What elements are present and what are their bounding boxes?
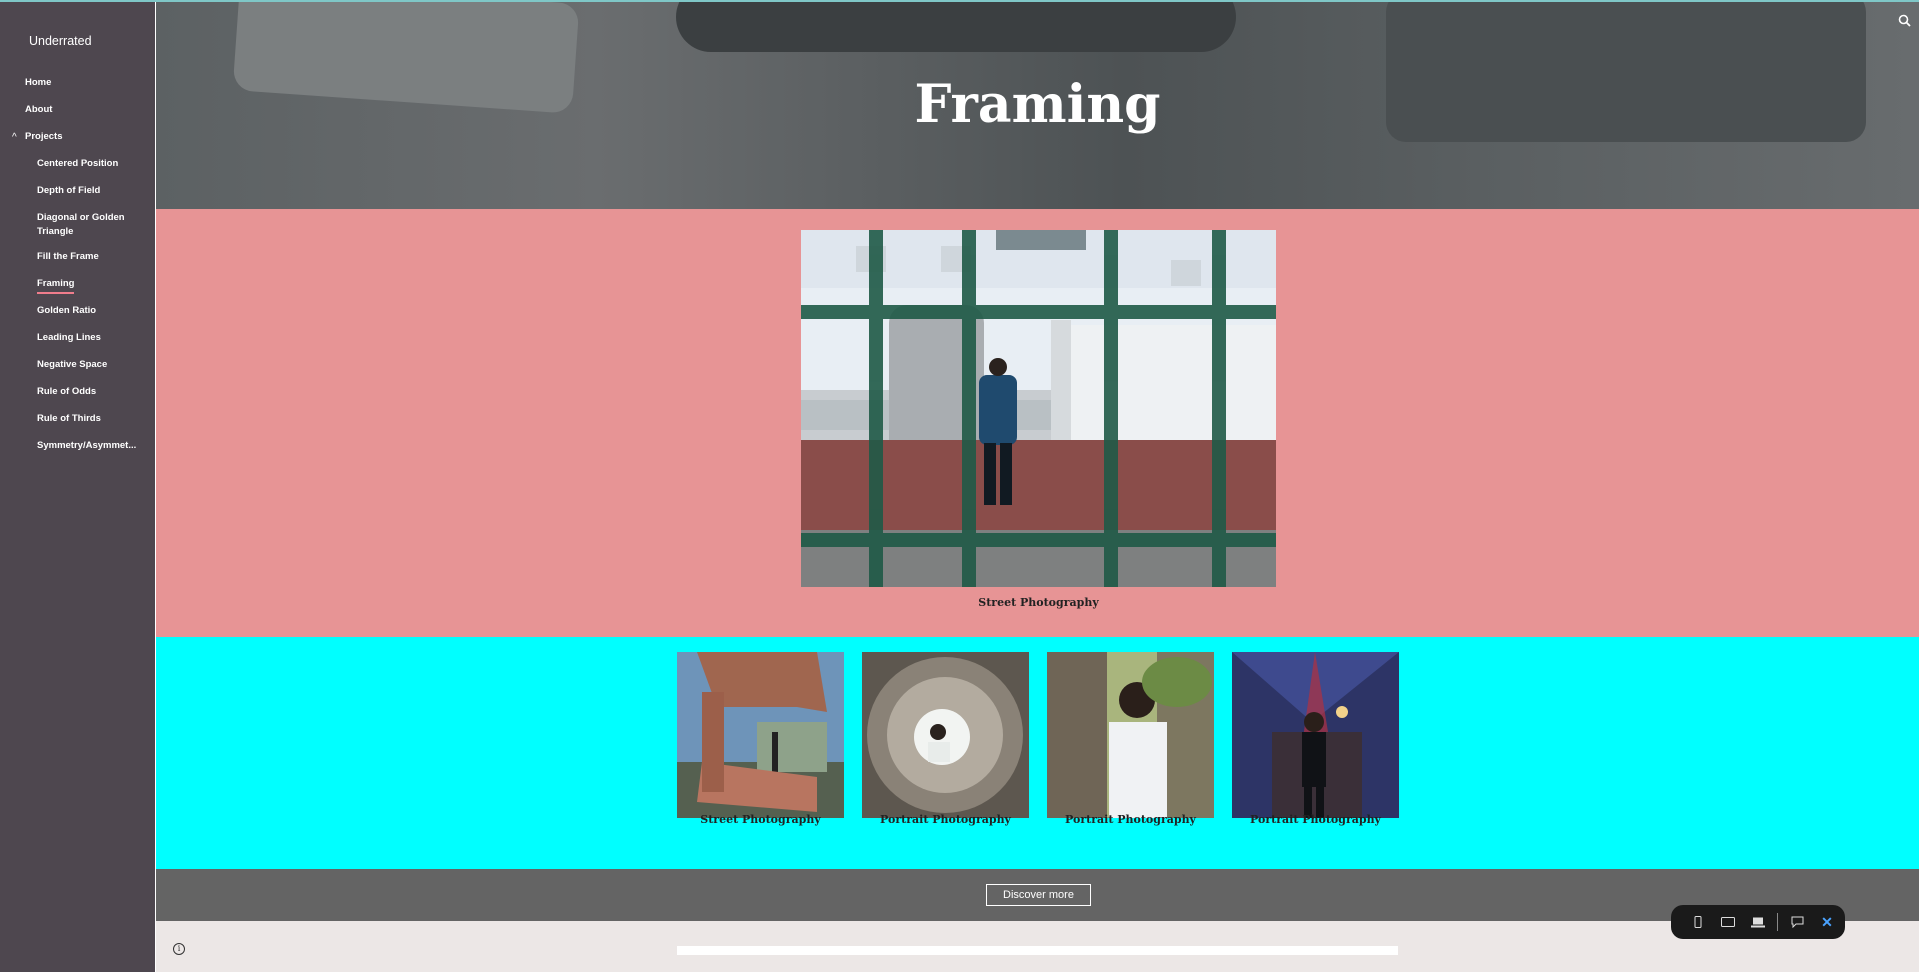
discover-more-button[interactable]: Discover more (986, 884, 1091, 906)
nav-item-label: Negative Space (37, 359, 108, 370)
search-icon[interactable] (1898, 14, 1911, 30)
nav-about[interactable]: About (0, 103, 155, 130)
hero-background-shape (676, 2, 1236, 52)
main-content: Framing Street Photography Street Photog… (156, 0, 1919, 972)
nav-item-framing[interactable]: Framing (0, 277, 155, 304)
nav-item-depth-of-field[interactable]: Depth of Field (0, 184, 155, 211)
top-accent-line (0, 0, 1919, 2)
nav-item-leading-lines[interactable]: Leading Lines (0, 331, 155, 358)
nav-item-negative-space[interactable]: Negative Space (0, 358, 155, 385)
nav-item-label: Symmetry/Asymmet... (37, 440, 137, 451)
gallery-photo[interactable] (1232, 652, 1399, 818)
nav-item-label: Fill the Frame (37, 251, 99, 262)
gallery-caption: Portrait Photography (1250, 813, 1381, 826)
toolbar-divider (1777, 913, 1778, 931)
gallery-caption: Portrait Photography (880, 813, 1011, 826)
nav-item-rule-of-odds[interactable]: Rule of Odds (0, 385, 155, 412)
gallery-caption: Portrait Photography (1065, 813, 1196, 826)
nav-item-label: Leading Lines (37, 332, 101, 343)
gallery-photo[interactable] (1047, 652, 1214, 818)
nav-item-fill-the-frame[interactable]: Fill the Frame (0, 250, 155, 277)
nav-projects[interactable]: ^ Projects (0, 130, 155, 157)
featured-section: Street Photography (156, 209, 1919, 637)
chevron-up-icon[interactable]: ^ (12, 131, 17, 145)
nav-home[interactable]: Home (0, 76, 155, 103)
site-title[interactable]: Underrated (0, 34, 155, 48)
gallery-caption: Street Photography (700, 813, 821, 826)
nav-item-label: Rule of Thirds (37, 413, 101, 424)
nav-about-label: About (25, 104, 53, 115)
gallery-section: Street Photography Portrait Photography (156, 637, 1919, 869)
laptop-view-icon[interactable] (1743, 905, 1773, 939)
gallery-photo[interactable] (677, 652, 844, 818)
feedback-icon[interactable] (1782, 905, 1812, 939)
nav-item-label: Golden Ratio (37, 305, 97, 316)
footer-bar (677, 946, 1398, 955)
nav-item-centered-position[interactable]: Centered Position (0, 157, 155, 184)
nav-item-symmetry[interactable]: Symmetry/Asymmet... (0, 439, 155, 466)
nav-item-label: Centered Position (37, 158, 119, 169)
hero-banner: Framing (156, 2, 1919, 209)
gallery-photo[interactable] (862, 652, 1029, 818)
nav-item-diagonal-golden-triangle[interactable]: Diagonal or Golden Triangle (0, 211, 155, 250)
info-icon[interactable]: i (173, 943, 185, 955)
footer: i (156, 921, 1919, 972)
nav-projects-label: Projects (25, 131, 63, 142)
nav-item-label: Depth of Field (37, 185, 101, 196)
featured-photo[interactable] (801, 230, 1276, 587)
tablet-view-icon[interactable] (1713, 905, 1743, 939)
sidebar: Underrated Home About ^ Projects Centere… (0, 0, 155, 972)
close-icon[interactable]: ✕ (1812, 905, 1842, 939)
nav-item-golden-ratio[interactable]: Golden Ratio (0, 304, 155, 331)
preview-toolbar: ✕ (1671, 905, 1845, 939)
nav-item-label: Framing (37, 277, 75, 294)
nav-home-label: Home (25, 77, 52, 88)
nav-item-label: Diagonal or Golden Triangle (37, 212, 125, 237)
nav-item-label: Rule of Odds (37, 386, 97, 397)
nav-item-rule-of-thirds[interactable]: Rule of Thirds (0, 412, 155, 439)
phone-view-icon[interactable] (1683, 905, 1713, 939)
discover-section: Discover more (156, 869, 1919, 921)
featured-caption: Street Photography (978, 596, 1099, 609)
page-title: Framing (914, 74, 1161, 135)
